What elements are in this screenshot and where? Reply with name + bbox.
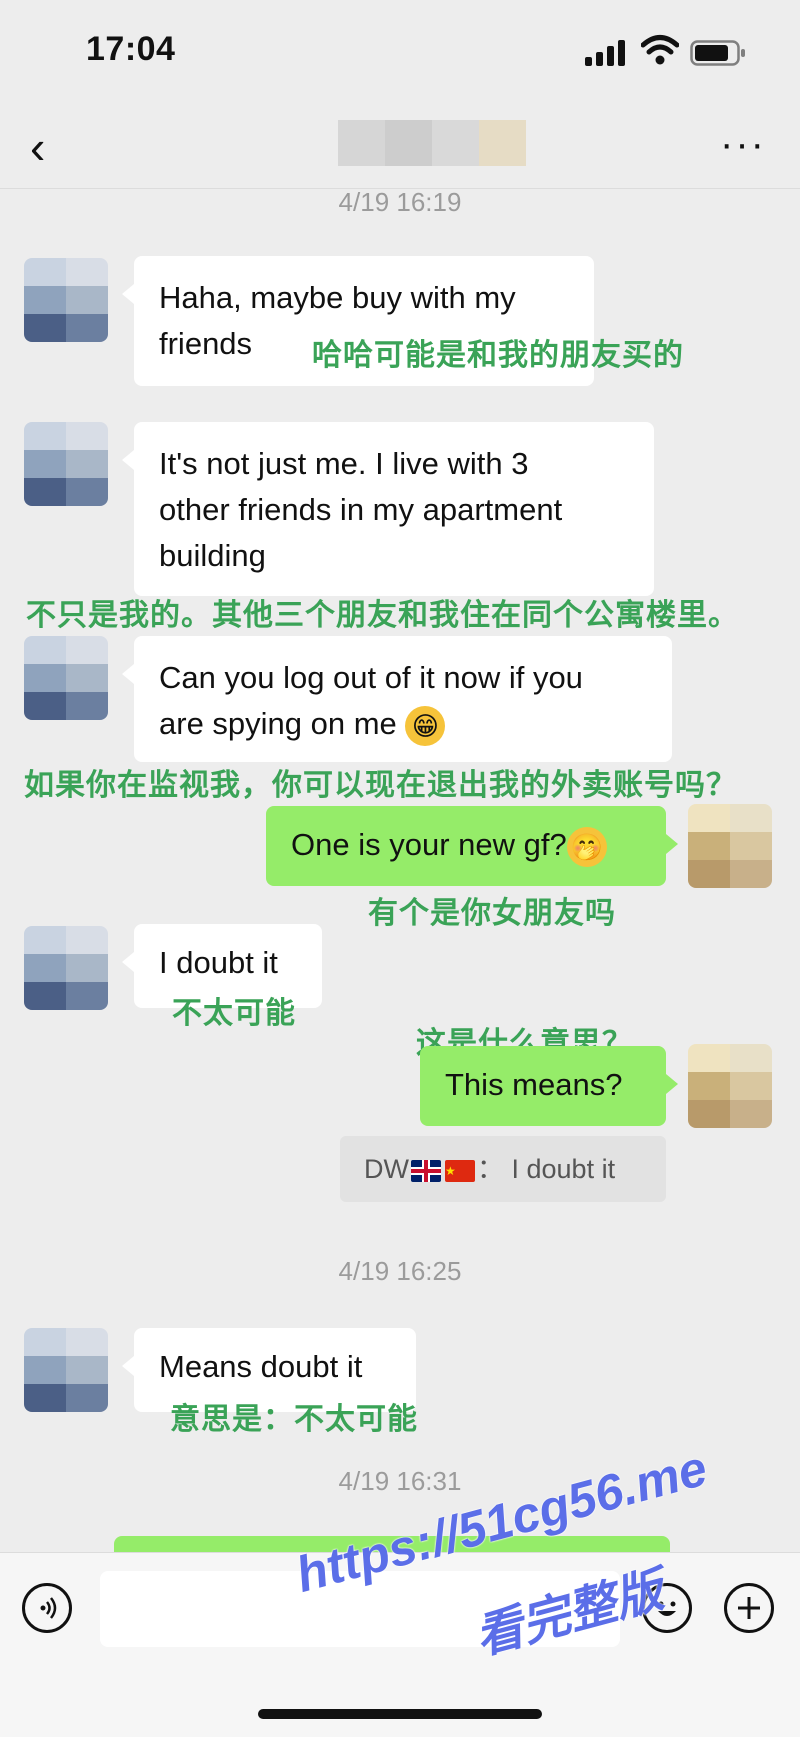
message-line: building [159, 538, 266, 573]
input-bar [0, 1552, 800, 1737]
message-text: Means doubt it [159, 1349, 363, 1384]
china-flag-icon: ★ [444, 1159, 475, 1182]
translation-text: I doubt it [511, 1154, 616, 1184]
home-indicator [258, 1709, 542, 1719]
avatar-self[interactable] [688, 804, 772, 888]
message-line: It's not just me. I live with 3 [159, 446, 529, 481]
message-bubble[interactable]: Can you log out of it now if you are spy… [122, 636, 672, 762]
avatar[interactable] [24, 422, 108, 506]
thinking-face-icon: 🤭 [566, 826, 607, 867]
message-bubble-self[interactable]: This means? [420, 1046, 678, 1126]
timestamp: 4/19 16:25 [338, 1256, 462, 1286]
translation-annotation: 有个是你女朋友吗 [368, 897, 616, 930]
translation-annotation: 哈哈可能是和我的朋友买的 [312, 339, 684, 372]
message-line: Can you log out of it now if you [159, 660, 583, 695]
battery-icon [690, 40, 745, 66]
timestamp: 4/19 16:19 [338, 187, 462, 217]
message-text: I doubt it [159, 945, 278, 980]
message-text: One is your new gf? [291, 827, 567, 862]
chat-header: ‹ ··· [0, 104, 800, 189]
message-bubble[interactable]: It's not just me. I live with 3 other fr… [122, 422, 654, 596]
signal-icon [585, 40, 629, 66]
more-options-icon[interactable]: ··· [720, 122, 766, 167]
translation-card[interactable]: DW ★： I doubt it [340, 1136, 666, 1202]
status-bar: 17:04 [0, 0, 800, 104]
avatar[interactable] [24, 258, 108, 342]
avatar[interactable] [24, 636, 108, 720]
message-line: are spying on me [159, 706, 397, 741]
chat-title-blurred [338, 120, 526, 166]
message-line: other friends in my apartment [159, 492, 563, 527]
translation-annotation: 如果你在监视我，你可以现在退出我的外卖账号吗？ [24, 769, 737, 802]
translation-annotation: 不只是我的。其他三个朋友和我住在同个公寓楼里。 [26, 599, 739, 632]
back-icon[interactable]: ‹ [30, 124, 45, 170]
grinning-face-icon: 😁 [405, 705, 446, 746]
message-bubble-self[interactable]: One is your new gf? 🤭 [266, 806, 678, 886]
message-line: Haha, maybe buy with my [159, 280, 516, 315]
status-time: 17:04 [86, 30, 176, 68]
wifi-icon [641, 35, 679, 65]
translation-annotation: 不太可能 [172, 997, 296, 1030]
message-text: This means? [445, 1067, 623, 1102]
translation-annotation: 意思是：不太可能 [170, 1403, 418, 1436]
uk-flag-icon [410, 1159, 441, 1182]
avatar-self[interactable] [688, 1044, 772, 1128]
translation-sender: DW [364, 1154, 409, 1184]
translation-separator: ： [476, 1154, 504, 1184]
voice-icon[interactable] [22, 1583, 72, 1633]
avatar[interactable] [24, 1328, 108, 1412]
plus-icon[interactable] [724, 1583, 774, 1633]
avatar[interactable] [24, 926, 108, 1010]
